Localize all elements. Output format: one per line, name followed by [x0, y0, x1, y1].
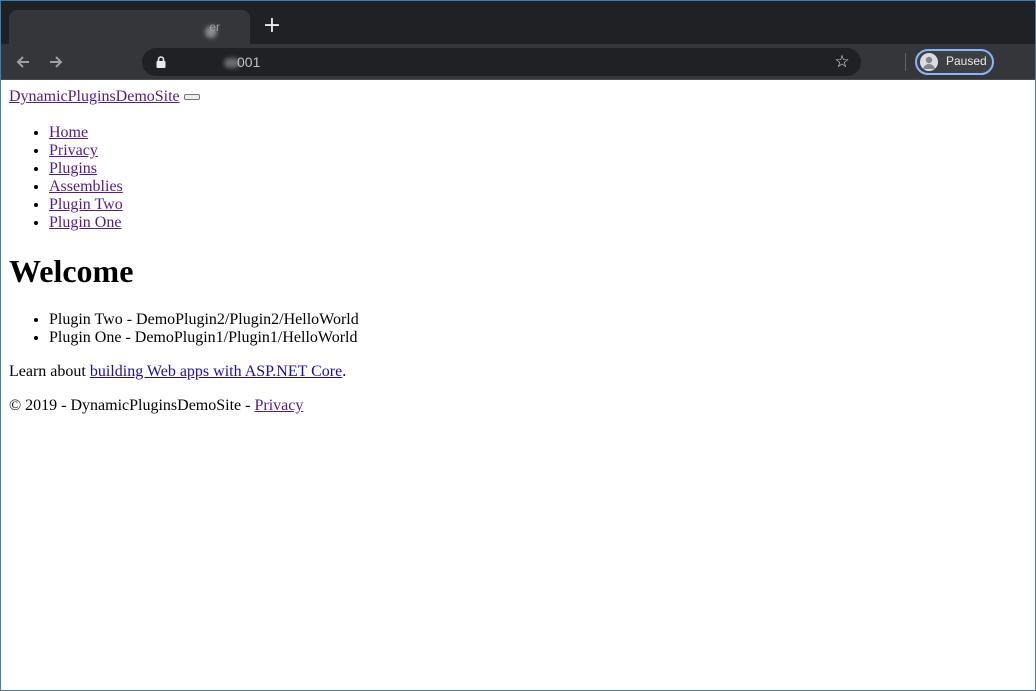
plugin-item-two: Plugin Two - DemoPlugin2/Plugin2/HelloWo… [49, 311, 1027, 329]
arrow-right-icon [50, 56, 63, 68]
nav-link-privacy[interactable]: Privacy [49, 142, 98, 159]
footer-copyright: © 2019 - DynamicPluginsDemoSite - [9, 397, 255, 414]
star-icon[interactable]: ☆ [833, 53, 851, 71]
navbar-toggler-button[interactable] [183, 94, 200, 101]
nav-link-home[interactable]: Home [49, 124, 88, 141]
footer-privacy-link[interactable]: Privacy [254, 397, 303, 414]
page-title: Welcome [9, 253, 134, 289]
nav-item-assemblies: Assemblies [49, 178, 1027, 196]
nav-list: Home Privacy Plugins Assemblies Plugin T… [9, 124, 1027, 232]
browser-tab[interactable]: er [9, 10, 250, 44]
learn-paragraph: Learn about building Web apps with ASP.N… [9, 363, 1027, 381]
nav-link-assemblies[interactable]: Assemblies [49, 178, 123, 195]
brand-link[interactable]: DynamicPluginsDemoSite [9, 88, 180, 105]
profile-button[interactable]: Paused [915, 49, 994, 75]
arrow-left-icon [16, 56, 29, 68]
back-button[interactable] [11, 50, 35, 74]
plugin-item-one: Plugin One - DemoPlugin1/Plugin1/HelloWo… [49, 329, 1027, 347]
new-tab-button[interactable]: + [259, 13, 285, 39]
url-text: 001 [237, 54, 261, 70]
learn-prefix: Learn about [9, 363, 90, 380]
aspnet-docs-link[interactable]: building Web apps with ASP.NET Core [90, 363, 342, 380]
plugin-list: Plugin Two - DemoPlugin2/Plugin2/HelloWo… [9, 311, 1027, 347]
footer: © 2019 - DynamicPluginsDemoSite - Privac… [9, 397, 1027, 415]
nav-item-home: Home [49, 124, 1027, 142]
profile-status: Paused [946, 54, 987, 68]
navbar: DynamicPluginsDemoSite [9, 88, 1027, 108]
nav-item-plugin-one: Plugin One [49, 214, 1027, 232]
tab-strip: er + [1, 1, 1035, 44]
learn-suffix: . [342, 363, 347, 380]
avatar-icon [920, 53, 938, 71]
lock-icon [156, 56, 166, 68]
nav-link-plugins[interactable]: Plugins [49, 160, 97, 177]
browser-toolbar: 001 ☆ Paused [1, 44, 1035, 80]
address-bar[interactable]: 001 ☆ [142, 48, 861, 76]
nav-item-privacy: Privacy [49, 142, 1027, 160]
forward-button[interactable] [44, 50, 68, 74]
page-content: DynamicPluginsDemoSite Home Privacy Plug… [9, 88, 1027, 415]
tab-title: er [209, 20, 220, 34]
nav-link-plugin-one[interactable]: Plugin One [49, 214, 121, 231]
nav-item-plugin-two: Plugin Two [49, 196, 1027, 214]
toolbar-divider [905, 53, 906, 71]
browser-window: er + 001 ☆ Paused DynamicPluginsDemoSite… [0, 0, 1036, 691]
nav-item-plugins: Plugins [49, 160, 1027, 178]
nav-link-plugin-two[interactable]: Plugin Two [49, 196, 123, 213]
